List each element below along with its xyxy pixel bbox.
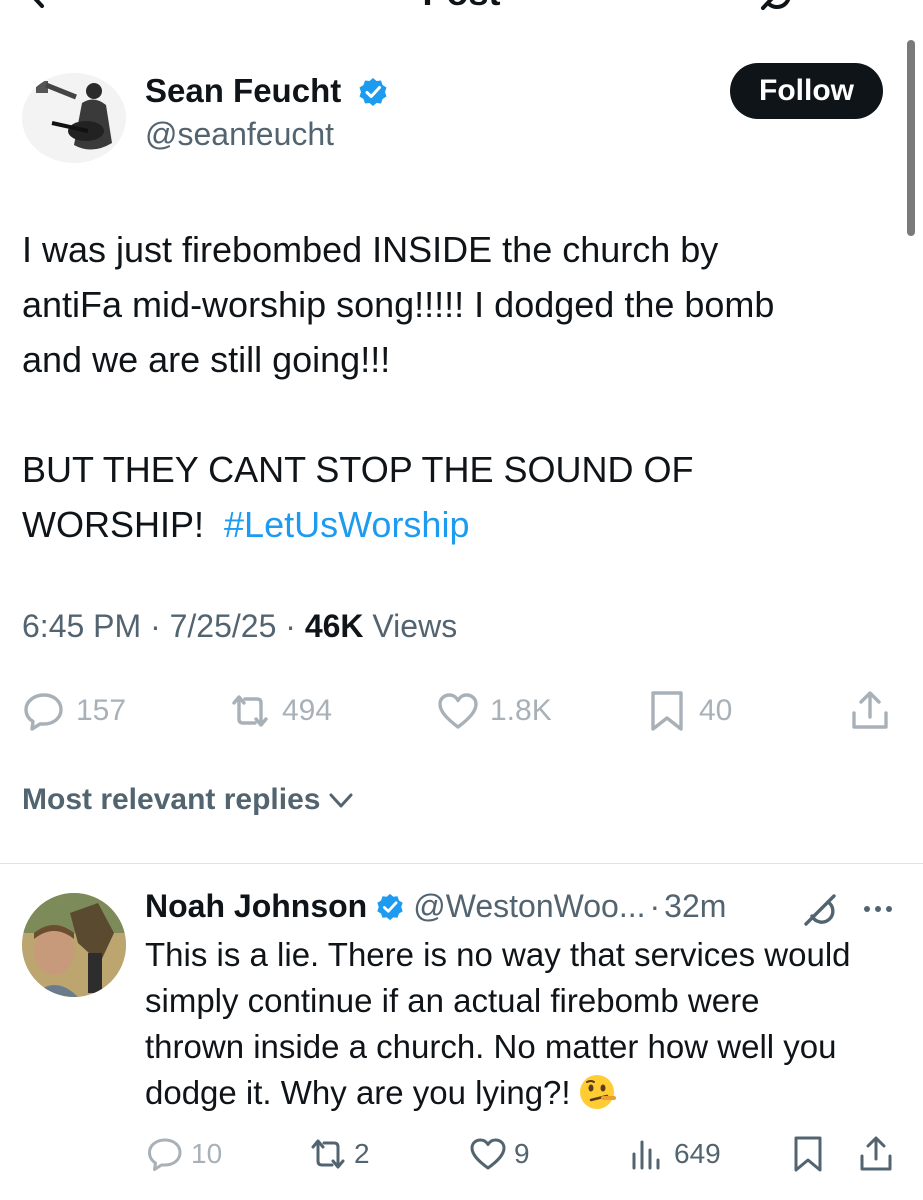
like-icon [438,693,478,729]
reply-share-button[interactable] [856,1132,902,1176]
reply-views-count: 649 [674,1138,721,1169]
like-count: 1.8K [490,694,552,727]
post-text-line: and we are still going!!! [22,339,391,380]
author-handle[interactable]: @seanfeucht [145,116,334,153]
verified-badge-icon [377,893,403,920]
author-name[interactable]: Sean Feucht [145,72,341,110]
reply-text-line: simply continue if an actual firebomb we… [145,982,760,1019]
reply-like-count: 9 [514,1138,530,1169]
more-icon[interactable] [858,895,898,923]
reply-avatar[interactable] [22,893,126,997]
repost-icon [232,695,268,727]
chevron-down-icon [329,793,353,808]
reply-time: 32m [664,888,727,924]
reply-text: This is a lie. There is no way that serv… [145,932,905,1116]
reply-reply-button[interactable]: 10 [145,1132,222,1176]
replies-sort-dropdown[interactable]: Most relevant replies [22,783,356,817]
views-label: Views [372,608,458,644]
repost-button[interactable]: 494 [228,688,332,734]
share-button[interactable] [848,688,902,734]
scrollbar[interactable] [907,40,915,236]
reply-reply-count: 10 [191,1138,223,1169]
thinking-face-emoji-icon [579,1075,616,1109]
replies-sort-label: Most relevant replies [22,783,321,816]
post-text-blank-line [22,387,902,442]
grok-icon[interactable] [800,890,840,930]
post-date: 7/25/25 [169,608,277,644]
meta-separator: · [150,608,170,644]
repost-count: 494 [282,694,333,727]
reply-repost-button[interactable]: 2 [308,1132,370,1176]
reply-count: 157 [76,694,127,727]
share-icon [860,1136,892,1171]
like-button[interactable]: 1.8K [436,688,552,734]
post-text-line: I was just firebombed INSIDE the church … [22,229,719,270]
author-avatar[interactable] [22,73,126,163]
reply-text-segment: dodge it. Why are you lying?! [145,1074,571,1111]
post-time: 6:45 PM [22,608,142,644]
reply-bookmark-button[interactable] [788,1132,834,1176]
share-icon [852,691,888,729]
bookmark-icon [651,691,683,731]
reply-text-line: thrown inside a church. No matter how we… [145,1028,837,1065]
bookmark-button[interactable]: 40 [645,688,732,734]
reply-repost-count: 2 [354,1138,370,1169]
reply-author-handle[interactable]: @WestonWoo... [413,888,645,925]
reply-icon [24,693,63,731]
bookmark-count: 40 [699,694,733,727]
meta-separator: · [285,608,305,644]
grok-icon[interactable] [755,0,799,12]
post-text: I was just firebombed INSIDE the church … [22,222,902,552]
hashtag-link[interactable]: #LetUsWorship [224,504,469,545]
reply-header: Noah Johnson @WestonWoo... · 32m [145,888,726,925]
reply-text-line: dodge it. Why are you lying?! [145,1070,905,1116]
post-detail-page: Post Sean Feucht @seanfeucht Follow I wa… [0,0,923,1200]
reply-button[interactable]: 157 [22,688,126,734]
reply-text-line: This is a lie. There is no way that serv… [145,936,851,973]
follow-button[interactable]: Follow [730,63,883,119]
reply-icon [148,1138,182,1171]
reply-author-name[interactable]: Noah Johnson [145,888,367,925]
post-text-line: WORSHIP! #LetUsWorship [22,497,902,552]
reply-views-button[interactable]: 649 [628,1132,721,1176]
views-count: 46K [304,608,364,644]
like-icon [470,1138,506,1170]
meta-separator: · [649,888,661,924]
bookmark-icon [794,1136,822,1172]
post-text-segment: WORSHIP! [22,504,205,545]
views-bars-icon [632,1140,660,1170]
top-bar: Post [0,0,923,14]
post-meta: 6:45 PM · 7/25/25 · 46K Views [22,608,457,645]
post-text-line: BUT THEY CANT STOP THE SOUND OF [22,449,694,490]
divider [0,863,923,864]
verified-badge-icon [359,78,387,106]
post-text-line: antiFa mid-worship song!!!!! I dodged th… [22,284,775,325]
reply-like-button[interactable]: 9 [468,1132,530,1176]
repost-icon [311,1139,345,1169]
